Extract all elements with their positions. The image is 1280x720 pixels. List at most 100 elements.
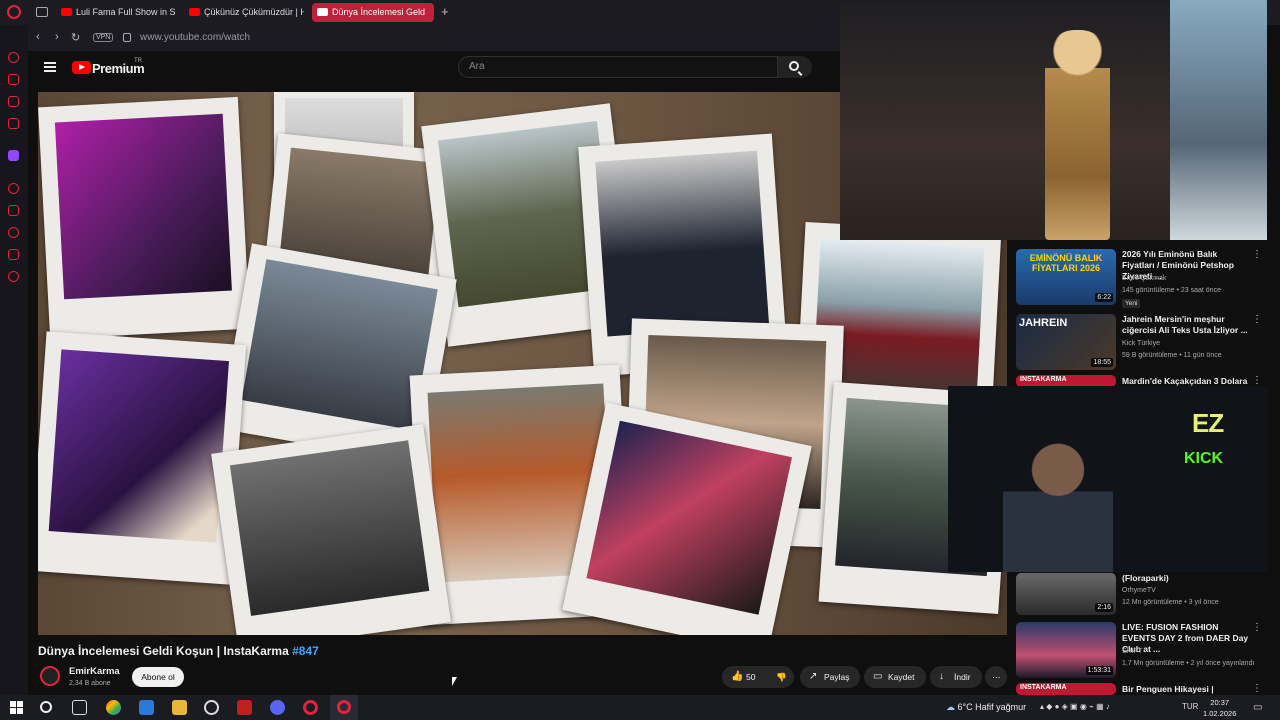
youtube-favicon-icon (61, 8, 72, 16)
mail-app-icon[interactable] (139, 700, 154, 715)
input-language[interactable]: TUR (1182, 702, 1198, 711)
recommendation-meta: 145 görüntüleme • 23 saat önce (1122, 287, 1221, 294)
tab-label: Luli Fama Full Show in SLO (76, 7, 176, 17)
tab-luli-fama[interactable]: Luli Fama Full Show in SLO (56, 3, 176, 22)
windows-start-icon[interactable] (10, 701, 23, 714)
runway-model (1045, 30, 1110, 240)
forward-icon[interactable]: › (55, 31, 59, 43)
download-icon: ↓ (939, 671, 944, 682)
recommendation-meta: 59 B görüntüleme • 11 gün önce (1122, 352, 1222, 359)
recommendation-title[interactable]: Bir Penguen Hikayesi | (1122, 684, 1252, 695)
list-item[interactable]: 2:16 (Floraparki) OrhymeTV 12 Mn görüntü… (1016, 573, 1266, 619)
mail-icon[interactable] (8, 118, 19, 129)
discord-icon[interactable] (270, 700, 285, 715)
task-view-icon[interactable] (72, 700, 87, 715)
video-thumbnail[interactable]: 2:16 (1016, 573, 1116, 615)
more-options-icon[interactable]: ⋮ (1252, 249, 1262, 260)
channel-avatar[interactable] (40, 666, 60, 686)
more-horizontal-icon: ⋯ (992, 672, 1001, 682)
tab-overview-icon[interactable] (36, 7, 48, 17)
search-icon[interactable] (40, 701, 52, 713)
search-button[interactable] (778, 56, 812, 78)
video-thumbnail[interactable]: 1:53:31 (1016, 622, 1116, 678)
menu-icon[interactable] (44, 62, 56, 72)
recommendation-title[interactable]: (Floraparki) (1122, 573, 1252, 584)
video-editor-icon[interactable] (237, 700, 252, 715)
channel-name[interactable]: EmirKarma (69, 666, 120, 677)
subscriber-count: 2,34 B abone (69, 680, 111, 687)
messenger-icon[interactable] (8, 96, 19, 107)
chrome-icon[interactable] (106, 700, 121, 715)
address-bar: ‹ › ↻ VPN www.youtube.com/watch (28, 25, 840, 51)
search-input[interactable]: Ara (458, 56, 778, 78)
aria-icon[interactable] (8, 52, 19, 63)
system-clock[interactable]: 20:37 1.02.2026 (1203, 697, 1236, 719)
windows-taskbar: ☁ 6°C Hafif yağmur ▴ ◆ ● ◈ ▣ ◉ ⌁ ▦ ♪ TUR… (0, 695, 1280, 720)
opera-gx-active-icon[interactable] (330, 695, 358, 720)
settings-gear-icon[interactable] (8, 271, 19, 282)
more-actions-button[interactable]: ⋯ (985, 666, 1007, 688)
more-options-icon[interactable]: ⋮ (1252, 683, 1262, 694)
recommendation-channel[interactable]: OrhymeTV (1122, 587, 1156, 594)
recommendation-meta: 1,7 Mn görüntüleme • 2 yıl önce yayınlan… (1122, 660, 1255, 667)
thumbs-up-icon: 👍 (731, 671, 744, 682)
obs-icon[interactable] (204, 700, 219, 715)
share-button[interactable]: ↗ Paylaş (800, 666, 860, 688)
video-thumbnail[interactable]: EMİNÖNÜ BALIK FİYATLARI 2026 6:22 (1016, 249, 1116, 305)
opera-icon[interactable] (303, 700, 318, 715)
recommendation-channel[interactable]: Emre Çakmak (1122, 275, 1166, 282)
more-options-icon[interactable]: ⋮ (1252, 622, 1262, 633)
notifications-icon[interactable]: ▭ (1253, 702, 1262, 713)
extensions-icon[interactable] (8, 249, 19, 260)
kick-logo: KICK (1184, 450, 1224, 467)
opera-logo-icon[interactable] (7, 5, 21, 19)
recommendation-meta: 12 Mn görüntüleme • 3 yıl önce (1122, 599, 1219, 606)
streamer (1003, 426, 1113, 572)
episode-hashtag[interactable]: #847 (292, 644, 319, 658)
save-button[interactable]: ▭ Kaydet (864, 666, 926, 688)
recommendation-channel[interactable]: Kick Türkiye (1122, 340, 1160, 347)
list-item[interactable]: 1:53:31 LIVE: FUSION FASHION EVENTS DAY … (1016, 622, 1266, 678)
video-thumbnail[interactable]: INSTAKARMA (1016, 683, 1116, 695)
twitch-icon[interactable] (8, 150, 19, 161)
list-item[interactable]: JAHREIN 18:55 Jahrein Mersin'in meşhur c… (1016, 314, 1266, 372)
new-tab-button[interactable]: + (441, 4, 449, 19)
more-options-icon[interactable]: ⋮ (1252, 375, 1262, 386)
reload-icon[interactable]: ↻ (71, 31, 80, 44)
weather-text: 6°C Hafif yağmur (957, 702, 1027, 712)
tray-icons[interactable]: ▴ ◆ ● ◈ ▣ ◉ ⌁ ▦ ♪ (1040, 702, 1110, 711)
bookmarks-icon[interactable] (8, 205, 19, 216)
thumbnail-text: JAHREIN (1019, 317, 1068, 329)
vpn-badge[interactable]: VPN (93, 33, 114, 42)
weather-widget[interactable]: ☁ 6°C Hafif yağmur (946, 702, 1026, 713)
file-explorer-icon[interactable] (172, 700, 187, 715)
url-field[interactable]: www.youtube.com/watch (140, 32, 250, 43)
duration-badge: 2:16 (1095, 603, 1113, 612)
download-button[interactable]: ↓ İndir (930, 666, 982, 688)
share-label: Paylaş (824, 672, 850, 682)
pip-runway-video[interactable] (840, 0, 1267, 240)
player-icon[interactable] (8, 183, 19, 194)
tab-cukunuz[interactable]: Çükünüz Çükümüzdür | H (184, 3, 304, 22)
video-thumbnail[interactable]: JAHREIN 18:55 (1016, 314, 1116, 370)
history-icon[interactable] (8, 227, 19, 238)
video-frame-photo (562, 402, 812, 635)
recommendation-channel[interactable]: SHIFT (1122, 648, 1142, 655)
back-icon[interactable]: ‹ (36, 31, 40, 43)
dislike-button[interactable]: 👎 (768, 666, 794, 688)
workspace-icon[interactable] (8, 74, 19, 85)
video-frame-photo (211, 424, 451, 635)
like-button[interactable]: 👍 50 (722, 666, 768, 688)
bookmark-icon: ▭ (873, 671, 883, 682)
tab-dunya-incelemesi[interactable]: Dünya İncelemesi Geld (312, 3, 434, 22)
lock-icon[interactable] (123, 33, 131, 42)
video-title-text: Dünya İncelemesi Geldi Koşun | InstaKarm… (38, 644, 289, 658)
pip-streamer-webcam[interactable]: EZ KICK (948, 386, 1268, 572)
youtube-logo-icon[interactable] (72, 61, 91, 74)
list-item[interactable]: INSTAKARMA Bir Penguen Hikayesi | ⋮ (1016, 683, 1266, 695)
list-item[interactable]: EMİNÖNÜ BALIK FİYATLARI 2026 6:22 2026 Y… (1016, 249, 1266, 311)
youtube-favicon-icon (189, 8, 200, 16)
more-options-icon[interactable]: ⋮ (1252, 314, 1262, 325)
subscribe-button[interactable]: Abone ol (132, 667, 184, 687)
recommendation-title[interactable]: Jahrein Mersin'in meşhur ciğercisi Ali T… (1122, 314, 1252, 336)
